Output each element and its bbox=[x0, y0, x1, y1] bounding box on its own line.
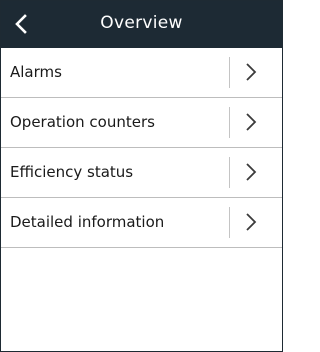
overview-screen: Overview Alarms Operation counters Effic… bbox=[0, 0, 283, 352]
menu-item-operation-counters[interactable]: Operation counters bbox=[1, 98, 282, 148]
header-bar: Overview bbox=[1, 1, 282, 48]
menu-item-label: Efficiency status bbox=[10, 163, 134, 181]
menu-item-label: Operation counters bbox=[10, 113, 155, 131]
menu-item-efficiency-status[interactable]: Efficiency status bbox=[1, 148, 282, 198]
menu-item-detailed-information[interactable]: Detailed information bbox=[1, 198, 282, 248]
chevron-right-icon bbox=[246, 213, 257, 231]
menu-item-alarms[interactable]: Alarms bbox=[1, 48, 282, 98]
menu-item-label: Alarms bbox=[10, 63, 62, 81]
chevron-right-icon bbox=[246, 113, 257, 131]
menu-item-divider bbox=[229, 157, 230, 188]
menu-item-divider bbox=[229, 207, 230, 238]
chevron-right-icon bbox=[246, 63, 257, 81]
chevron-right-icon bbox=[246, 163, 257, 181]
menu-item-label: Detailed information bbox=[10, 213, 165, 231]
overview-menu: Alarms Operation counters Efficiency sta… bbox=[1, 48, 282, 248]
menu-item-divider bbox=[229, 57, 230, 88]
menu-item-divider bbox=[229, 107, 230, 138]
page-title: Overview bbox=[100, 13, 183, 33]
